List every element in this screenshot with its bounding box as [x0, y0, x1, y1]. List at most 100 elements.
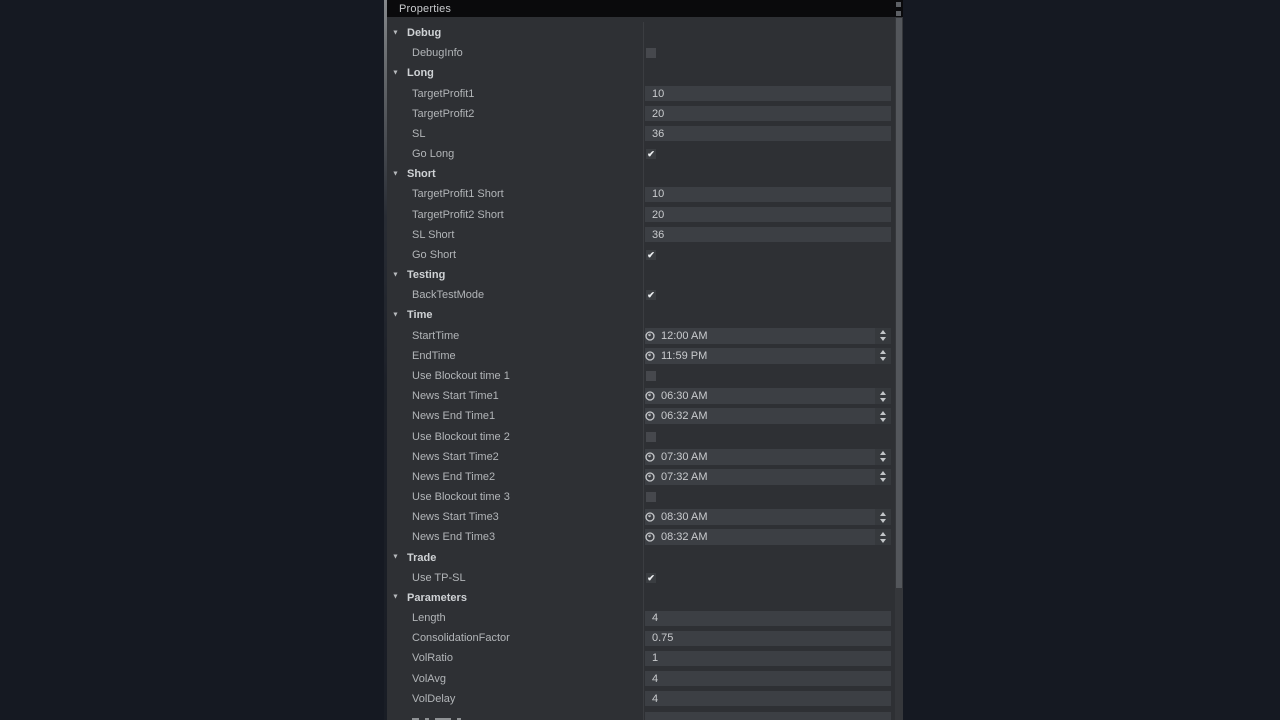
- debuginfo-checkbox[interactable]: [646, 48, 656, 58]
- section-header-debug[interactable]: ▼ Debug: [387, 23, 895, 43]
- consolidationfactor-input[interactable]: 0.75: [645, 631, 891, 646]
- spinner-up-button[interactable]: [880, 330, 886, 334]
- field-value: 20: [652, 108, 664, 120]
- sl-short-input[interactable]: 36: [645, 227, 891, 242]
- section-header-trade[interactable]: ▼Trade: [387, 547, 895, 567]
- property-row-endtime: EndTime11:59 PM: [387, 346, 895, 366]
- section-header-time[interactable]: ▼Time: [387, 305, 895, 325]
- property-row-starttime: StartTime12:00 AM: [387, 326, 895, 346]
- voldelay-input[interactable]: 4: [645, 691, 891, 706]
- news-start-time3-time-picker[interactable]: 08:30 AM: [645, 509, 891, 525]
- property-label: VolRatio: [412, 652, 453, 664]
- time-spinner: [875, 348, 891, 364]
- spinner-down-button[interactable]: [880, 458, 886, 462]
- endtime-time-picker[interactable]: 11:59 PM: [645, 348, 891, 364]
- use-blockout-time-2-checkbox[interactable]: [646, 432, 656, 442]
- property-label: Go Short: [412, 249, 456, 261]
- time-spinner: [875, 469, 891, 485]
- property-row-sl-short: SL Short36: [387, 225, 895, 245]
- targetprofit2-input[interactable]: 20: [645, 106, 891, 121]
- property-row-volratio: VolRatio 1: [387, 648, 895, 668]
- clock-icon: [645, 532, 655, 542]
- property-row-use-blockout-time-1: Use Blockout time 1: [387, 366, 895, 386]
- spinner-down-button[interactable]: [880, 337, 886, 341]
- property-row-use-blockout-time-2: Use Blockout time 2: [387, 426, 895, 446]
- section-label: Debug: [407, 27, 441, 39]
- vertical-scrollbar[interactable]: [895, 17, 903, 720]
- time-spinner: [875, 408, 891, 424]
- starttime-time-picker[interactable]: 12:00 AM: [645, 328, 891, 344]
- property-label: ConsolidationFactor: [412, 632, 510, 644]
- news-end-time2-time-picker[interactable]: 07:32 AM: [645, 469, 891, 485]
- news-start-time1-time-picker[interactable]: 06:30 AM: [645, 388, 891, 404]
- spinner-down-button[interactable]: [880, 398, 886, 402]
- property-row-sl: SL36: [387, 124, 895, 144]
- news-end-time3-time-picker[interactable]: 08:32 AM: [645, 529, 891, 545]
- use-tp-sl-checkbox[interactable]: ✔: [646, 573, 656, 583]
- news-end-time1-time-picker[interactable]: 06:32 AM: [645, 408, 891, 424]
- property-row-voldelay: VolDelay 4: [387, 689, 895, 709]
- section-label: Long: [407, 67, 434, 79]
- clock-icon: [645, 472, 655, 482]
- properties-grid: ▼DebugDebugInfo▼LongTargetProfit110Targe…: [387, 17, 895, 720]
- scrollbar-thumb[interactable]: [896, 18, 902, 588]
- spinner-up-button[interactable]: [880, 471, 886, 475]
- clipped-value-field[interactable]: [645, 712, 891, 720]
- go-long-checkbox[interactable]: ✔: [646, 149, 656, 159]
- section-header-short[interactable]: ▼Short: [387, 164, 895, 184]
- time-value: 07:30 AM: [661, 451, 707, 463]
- field-value: 0.75: [652, 632, 673, 644]
- property-row-use-blockout-time-3: Use Blockout time 3: [387, 487, 895, 507]
- spinner-up-button[interactable]: [880, 391, 886, 395]
- spinner-down-button[interactable]: [880, 418, 886, 422]
- property-row-news-start-time1: News Start Time1 06:30 AM: [387, 386, 895, 406]
- property-label: News End Time2: [412, 471, 495, 483]
- property-label: TargetProfit1 Short: [412, 188, 504, 200]
- spinner-up-button[interactable]: [880, 532, 886, 536]
- time-spinner: [875, 529, 891, 545]
- targetprofit1-short-input[interactable]: 10: [645, 187, 891, 202]
- spinner-up-button[interactable]: [880, 350, 886, 354]
- go-short-checkbox[interactable]: ✔: [646, 250, 656, 260]
- collapse-triangle-icon: ▼: [392, 29, 403, 36]
- backtestmode-checkbox[interactable]: ✔: [646, 290, 656, 300]
- spinner-up-button[interactable]: [880, 512, 886, 516]
- field-value: 20: [652, 209, 664, 221]
- targetprofit2-short-input[interactable]: 20: [645, 207, 891, 222]
- property-row-news-start-time2: News Start Time207:30 AM: [387, 447, 895, 467]
- property-label: News Start Time3: [412, 511, 499, 523]
- spinner-down-button[interactable]: [880, 539, 886, 543]
- field-value: 10: [652, 188, 664, 200]
- news-start-time2-time-picker[interactable]: 07:30 AM: [645, 449, 891, 465]
- section-header-testing[interactable]: ▼Testing: [387, 265, 895, 285]
- property-label: Use Blockout time 2: [412, 431, 510, 443]
- volavg-input[interactable]: 4: [645, 671, 891, 686]
- use-blockout-time-3-checkbox[interactable]: [646, 492, 656, 502]
- spinner-up-button[interactable]: [880, 451, 886, 455]
- targetprofit1-input[interactable]: 10: [645, 86, 891, 101]
- section-header-parameters[interactable]: ▼Parameters: [387, 588, 895, 608]
- section-header-long[interactable]: ▼Long: [387, 63, 895, 83]
- spinner-up-button[interactable]: [880, 411, 886, 415]
- property-label: VolDelay: [412, 693, 455, 705]
- spinner-down-button[interactable]: [880, 519, 886, 523]
- time-spinner: [875, 509, 891, 525]
- sl-input[interactable]: 36: [645, 126, 891, 141]
- use-blockout-time-1-checkbox[interactable]: [646, 371, 656, 381]
- time-spinner: [875, 328, 891, 344]
- property-row-targetprofit1-short: TargetProfit1 Short 10: [387, 184, 895, 204]
- property-label: TargetProfit2: [412, 108, 474, 120]
- clipped-bottom-row: [387, 709, 895, 720]
- volratio-input[interactable]: 1: [645, 651, 891, 666]
- property-label: News Start Time1: [412, 390, 499, 402]
- properties-titlebar[interactable]: Properties: [387, 0, 903, 17]
- section-label: Time: [407, 309, 432, 321]
- property-row-targetprofit2: TargetProfit2 20: [387, 104, 895, 124]
- section-label: Parameters: [407, 592, 467, 604]
- spinner-down-button[interactable]: [880, 357, 886, 361]
- property-label: Use TP-SL: [412, 572, 466, 584]
- property-label: Go Long: [412, 148, 454, 160]
- spinner-down-button[interactable]: [880, 478, 886, 482]
- field-value: 4: [652, 673, 658, 685]
- length-input[interactable]: 4: [645, 611, 891, 626]
